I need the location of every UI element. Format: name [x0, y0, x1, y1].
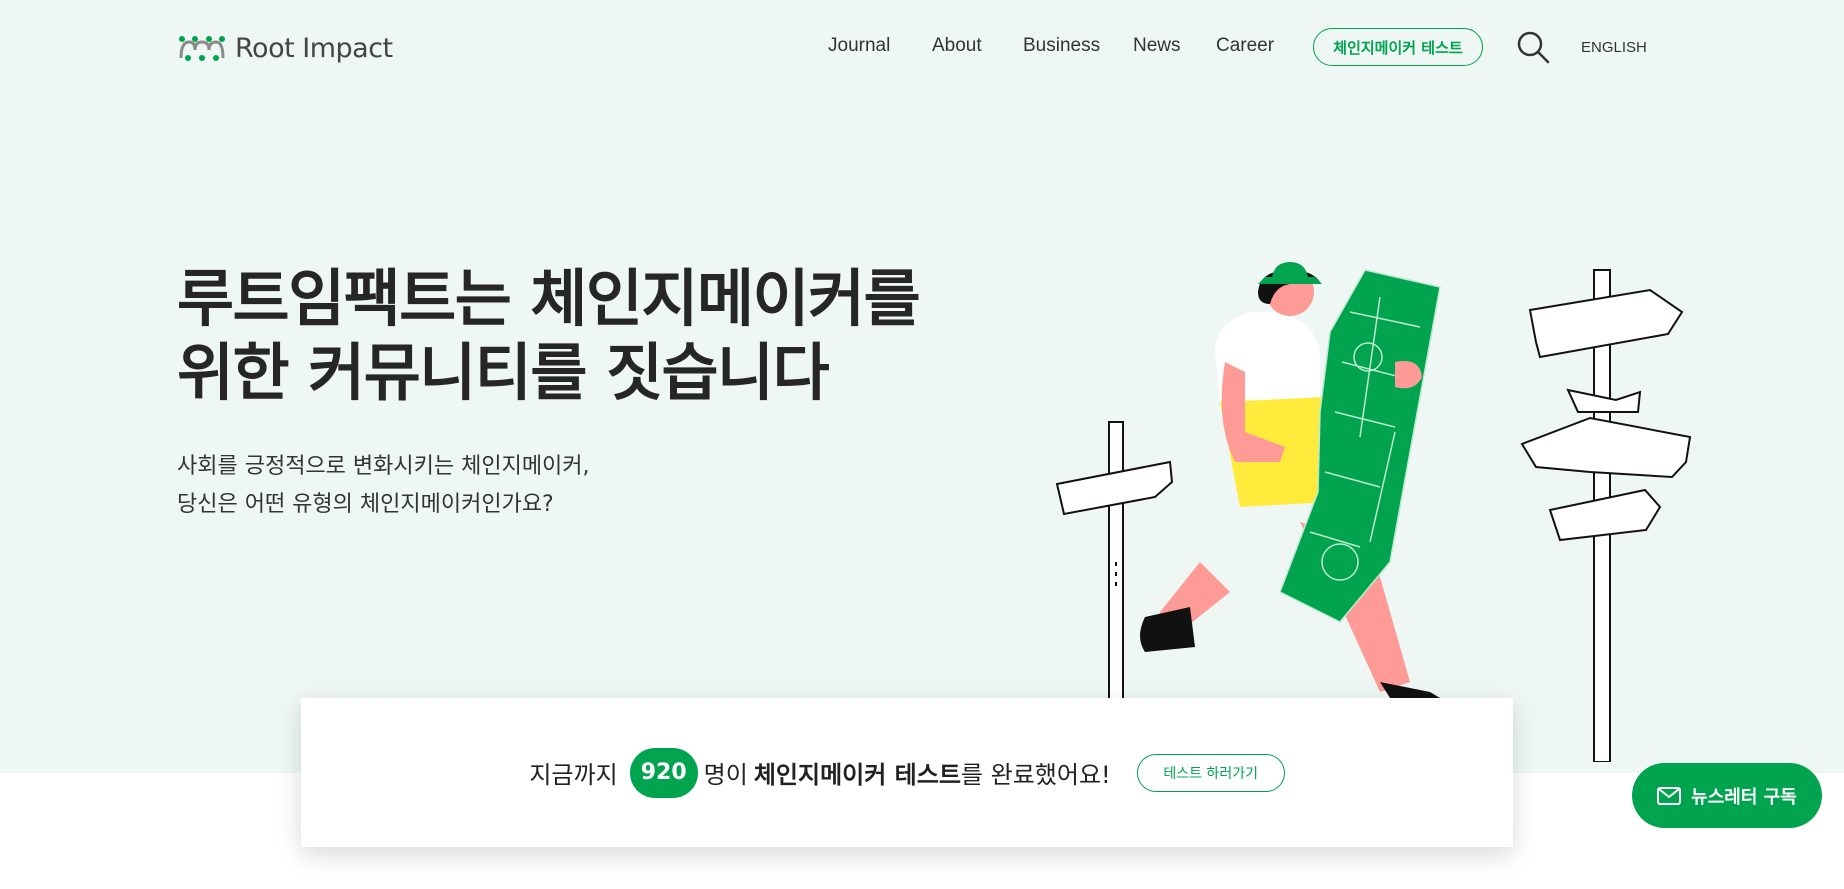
hero-headline-line2: 위한 커뮤니티를 짓습니다	[177, 336, 830, 409]
language-switch[interactable]: ENGLISH	[1581, 39, 1647, 56]
counter-test-name: 체인지메이커 테스트	[753, 761, 961, 789]
nav-item-journal[interactable]: Journal	[828, 35, 890, 57]
hero-headline: 루트임팩트는 체인지메이커를 위한 커뮤니티를 짓습니다	[177, 262, 997, 410]
hero-subtext-line1: 사회를 긍정적으로 변화시키는 체인지메이커,	[177, 454, 590, 479]
newsletter-subscribe-button[interactable]: 뉴스레터 구독	[1632, 763, 1822, 828]
nav-item-about[interactable]: About	[932, 35, 982, 57]
nav-item-career[interactable]: Career	[1216, 35, 1274, 57]
main-nav: Journal About Business News Career	[0, 35, 1844, 61]
hero-subtext-line2: 당신은 어떤 유형의 체인지메이커인가요?	[177, 492, 554, 517]
counter-prefix: 지금까지	[529, 761, 618, 789]
hero-headline-line1: 루트임팩트는 체인지메이커를	[177, 262, 921, 335]
counter-suffix: 를 완료했어요!	[960, 761, 1111, 789]
hero-subtext: 사회를 긍정적으로 변화시키는 체인지메이커, 당신은 어떤 유형의 체인지메이…	[177, 448, 590, 524]
newsletter-label: 뉴스레터 구독	[1691, 786, 1797, 808]
counter-line: 지금까지 920 명이 체인지메이커 테스트 를 완료했어요! 테스트 하러가기	[529, 747, 1285, 798]
nav-item-news[interactable]: News	[1133, 35, 1181, 57]
count-badge: 920	[629, 747, 698, 798]
counter-middle: 명이	[703, 761, 748, 789]
changemaker-test-button[interactable]: 체인지메이커 테스트	[1313, 28, 1483, 66]
hero-illustration	[1055, 262, 1692, 762]
nav-item-business[interactable]: Business	[1023, 35, 1100, 57]
take-test-button[interactable]: 테스트 하러가기	[1136, 753, 1285, 792]
search-icon[interactable]	[1516, 30, 1550, 64]
mail-icon	[1657, 786, 1682, 805]
right-signpost	[1520, 269, 1692, 762]
test-counter-card: 지금까지 920 명이 체인지메이커 테스트 를 완료했어요! 테스트 하러가기	[301, 698, 1513, 847]
